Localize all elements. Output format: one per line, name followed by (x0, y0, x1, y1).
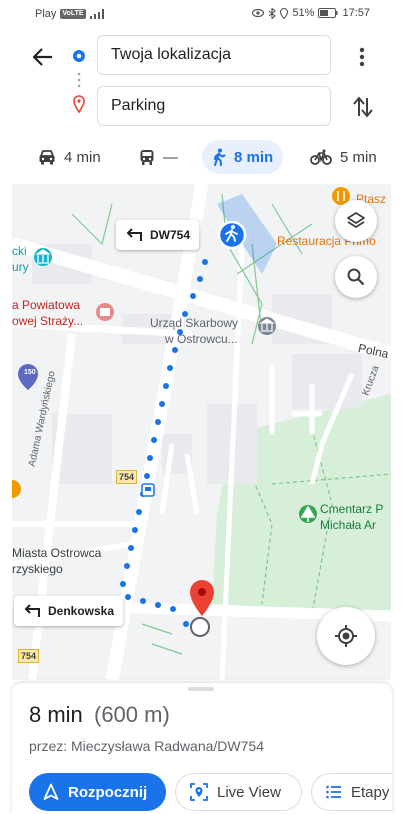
turn-callout-denkowska-label: Denkowska (48, 604, 115, 618)
destination-pin-icon (73, 95, 85, 114)
fire-station-poi-icon (96, 303, 114, 321)
bus-stop-icon (141, 483, 155, 497)
poi-label-tax-2: w Ostrowcu... (165, 332, 238, 346)
mode-bike[interactable]: 5 min (310, 140, 377, 174)
clock: 17:57 (342, 7, 370, 19)
arrow-back-icon (33, 48, 52, 66)
walk-icon (214, 148, 226, 166)
mode-walk-time: 8 min (234, 148, 274, 166)
destination-field[interactable]: Parking (97, 86, 331, 126)
turn-callout-denkowska: Denkowska (14, 596, 124, 626)
mode-drive[interactable]: 4 min (38, 140, 101, 174)
road-shield-754: 754 (116, 470, 138, 484)
steps-button[interactable]: Etapy (311, 773, 392, 811)
more-vert-icon (359, 47, 365, 67)
battery-icon (318, 8, 338, 18)
poi-label-cemetery-1: Cmentarz P (320, 502, 384, 516)
route-end-ring (190, 617, 210, 637)
area-label-miasta-2: rzyskiego (12, 562, 63, 576)
turn-callout-dw754-label: DW754 (150, 228, 191, 242)
poi-label-fire-2: owej Straży... (12, 314, 84, 328)
map-view[interactable]: Ptasz Restauracja Primo cki ury a Powiat… (12, 184, 391, 680)
museum-poi-icon (34, 248, 52, 266)
poi-label-museum-1: cki (12, 244, 27, 258)
turn-left-icon (126, 228, 142, 241)
mode-drive-time: 4 min (64, 148, 101, 166)
status-bar: Play VoLTE 51% 17:57 (0, 0, 404, 28)
turn-callout-dw754: DW754 (116, 220, 200, 250)
mode-transit-time: — (163, 148, 178, 166)
road-shield-754-bottom: 754 (18, 649, 40, 663)
eye-icon (252, 8, 265, 18)
badge-150-text: 150 (24, 369, 36, 376)
destination-text: Parking (111, 97, 166, 114)
tax-office-poi-icon (258, 317, 276, 335)
more-options-button[interactable] (352, 42, 372, 72)
mode-walk[interactable]: 8 min (202, 140, 284, 174)
area-label-miasta-1: Miasta Ostrowca (12, 546, 102, 560)
steps-button-label: Etapy (351, 783, 390, 801)
search-icon (347, 268, 365, 286)
turn-left-icon (24, 604, 40, 617)
mode-bike-time: 5 min (340, 148, 377, 166)
start-button-label: Rozpocznij (68, 783, 148, 801)
route-via: przez: Mieczysława Radwana/DW754 (29, 738, 264, 754)
origin-field[interactable]: Twoja lokalizacja (97, 35, 331, 75)
cemetery-poi-icon (299, 505, 317, 523)
badge-150-icon (18, 364, 38, 390)
location-icon (280, 7, 289, 19)
route-connector (73, 50, 85, 114)
poi-label-museum-2: ury (12, 260, 29, 274)
live-view-icon (190, 783, 208, 801)
layers-icon (347, 212, 365, 228)
battery-percent: 51% (292, 7, 315, 19)
poi-label-fire-1: a Powiatowa (12, 298, 81, 312)
poi-label-cemetery-2: Michała Ar (320, 518, 377, 532)
yellow-poi-icon (12, 480, 21, 498)
swap-button[interactable] (350, 94, 376, 120)
mode-transit[interactable]: — (139, 140, 178, 174)
origin-text: Twoja lokalizacja (111, 46, 232, 63)
live-view-button-label: Live View (217, 783, 281, 801)
car-icon (39, 150, 55, 165)
bluetooth-icon (269, 7, 277, 19)
swap-vert-icon (353, 96, 373, 118)
route-duration: 8 min (29, 702, 83, 727)
poi-label-tax-1: Urząd Skarbowy (150, 316, 239, 330)
list-icon (326, 785, 341, 799)
sheet-drag-handle[interactable] (188, 687, 214, 691)
layers-button[interactable] (335, 200, 377, 242)
volte-badge: VoLTE (60, 9, 86, 19)
start-button[interactable]: Rozpocznij (29, 773, 166, 811)
my-location-button[interactable] (317, 607, 375, 665)
live-view-button[interactable]: Live View (175, 773, 302, 811)
back-button[interactable] (28, 42, 58, 72)
navigation-icon (43, 783, 59, 800)
signal-icon (89, 9, 104, 19)
transit-icon (140, 149, 154, 165)
route-distance: (600 m) (94, 702, 170, 727)
search-along-route-button[interactable] (335, 256, 377, 298)
bike-icon (310, 149, 332, 165)
my-location-icon (335, 625, 357, 647)
carrier-label: Play (35, 8, 57, 20)
